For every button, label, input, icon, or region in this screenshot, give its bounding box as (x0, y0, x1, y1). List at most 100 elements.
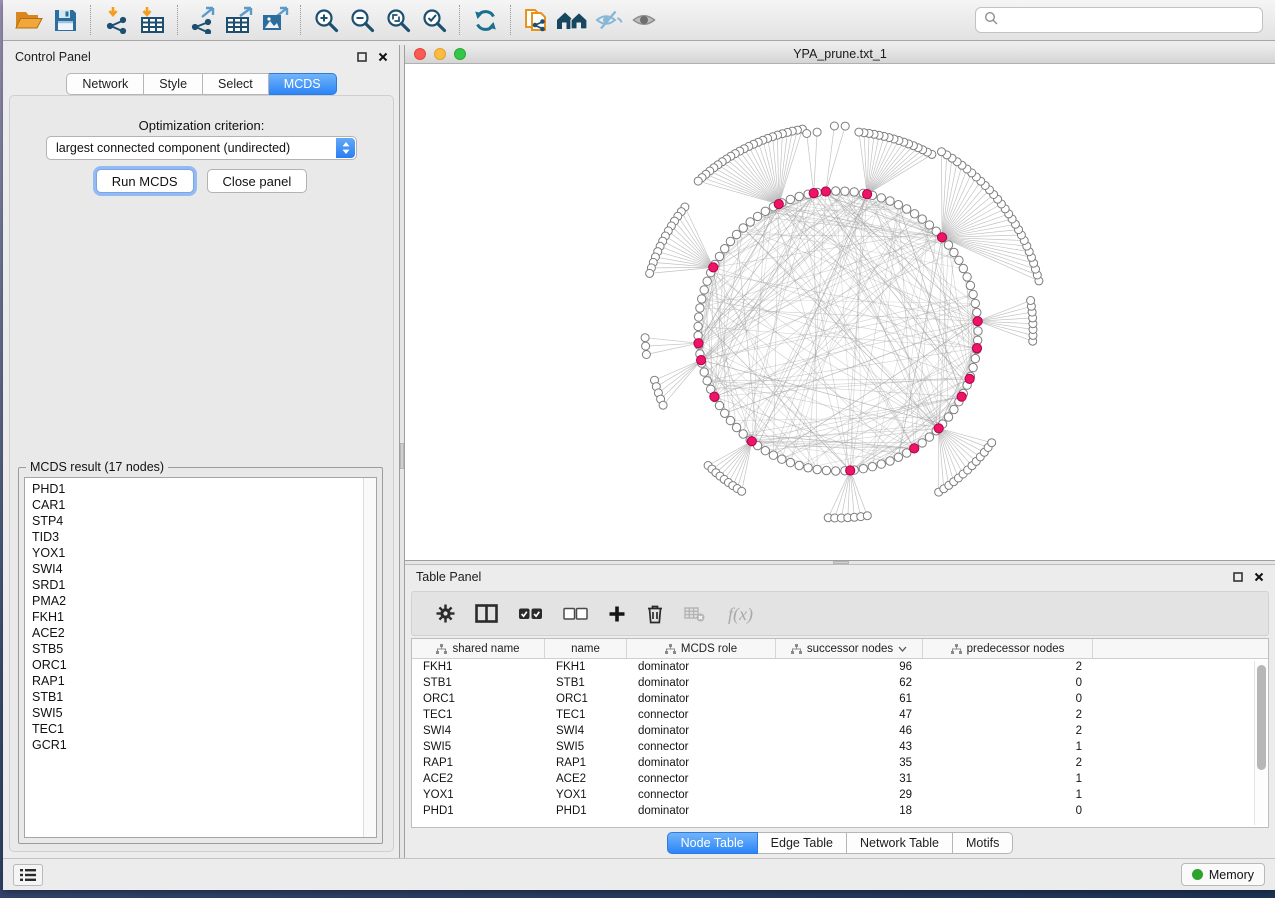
mcds-result-item[interactable]: FKH1 (32, 609, 376, 625)
cell: 2 (923, 757, 1093, 769)
first-neighbors-icon[interactable] (554, 4, 590, 36)
mcds-result-item[interactable]: STB5 (32, 641, 376, 657)
mcds-result-item[interactable]: SWI4 (32, 561, 376, 577)
search-box[interactable] (975, 7, 1263, 33)
column-header-successor-nodes[interactable]: successor nodes (776, 639, 923, 658)
mcds-result-item[interactable]: TEC1 (32, 721, 376, 737)
zoom-selected-icon[interactable] (416, 4, 452, 36)
column-header-shared-name[interactable]: shared name (412, 639, 545, 658)
tab-mcds[interactable]: MCDS (269, 73, 337, 95)
close-panel-button[interactable]: Close panel (207, 169, 308, 193)
tab-network[interactable]: Network (66, 73, 144, 95)
table-row[interactable]: FKH1FKH1dominator962 (412, 659, 1268, 675)
show-log-button[interactable] (13, 864, 43, 886)
mcds-result-item[interactable]: ORC1 (32, 657, 376, 673)
mcds-result-item[interactable]: CAR1 (32, 497, 376, 513)
save-session-icon[interactable] (47, 4, 83, 36)
table-row[interactable]: ACE2ACE2connector311 (412, 771, 1268, 787)
cell: SWI5 (412, 741, 545, 753)
column-label: successor nodes (807, 643, 893, 655)
horizontal-splitter-grip[interactable] (833, 561, 849, 564)
table-row[interactable]: RAP1RAP1dominator352 (412, 755, 1268, 771)
mcds-result-item[interactable]: STB1 (32, 689, 376, 705)
refresh-view-icon[interactable] (467, 4, 503, 36)
cell: connector (627, 773, 776, 785)
cell: SWI5 (545, 741, 627, 753)
table-row[interactable]: SWI4SWI4dominator462 (412, 723, 1268, 739)
open-file-icon[interactable] (11, 4, 47, 36)
criterion-selected-value: largest connected component (undirected) (56, 141, 290, 155)
zoom-in-icon[interactable] (308, 4, 344, 36)
tab-style[interactable]: Style (144, 73, 203, 95)
tab-node-table[interactable]: Node Table (667, 832, 758, 854)
show-all-icon[interactable] (626, 4, 662, 36)
cell: STB1 (412, 677, 545, 689)
column-header-predecessor-nodes[interactable]: predecessor nodes (923, 639, 1093, 658)
zoom-fit-icon[interactable] (380, 4, 416, 36)
mcds-result-item[interactable]: YOX1 (32, 545, 376, 561)
hide-selected-icon[interactable] (590, 4, 626, 36)
mcds-result-item[interactable]: PHD1 (32, 481, 376, 497)
result-list-scrollbar[interactable] (363, 478, 376, 837)
window-maximize-button[interactable] (454, 48, 466, 60)
table-row[interactable]: PHD1PHD1dominator180 (412, 803, 1268, 819)
settings-icon[interactable] (436, 604, 455, 623)
table-row[interactable]: SWI5SWI5connector431 (412, 739, 1268, 755)
table-row[interactable]: TEC1TEC1connector472 (412, 707, 1268, 723)
table-row[interactable]: STB1STB1dominator620 (412, 675, 1268, 691)
export-image-icon[interactable] (257, 4, 293, 36)
mcds-result-group: MCDS result (17 nodes) PHD1CAR1STP4TID3Y… (18, 467, 383, 844)
mcds-result-item[interactable]: PMA2 (32, 593, 376, 609)
cell: connector (627, 741, 776, 753)
network-canvas[interactable] (405, 64, 1275, 560)
mcds-result-item[interactable]: RAP1 (32, 673, 376, 689)
vertical-splitter-grip[interactable] (400, 443, 404, 469)
table-body: FKH1FKH1dominator962STB1STB1dominator620… (412, 659, 1268, 819)
search-input[interactable] (1004, 13, 1254, 27)
float-table-panel-icon[interactable] (1233, 572, 1243, 582)
delete-column-icon[interactable] (646, 604, 664, 624)
select-all-icon[interactable] (518, 607, 543, 621)
mcds-result-item[interactable]: GCR1 (32, 737, 376, 753)
column-label: shared name (452, 643, 519, 655)
criterion-select[interactable]: largest connected component (undirected) (46, 136, 357, 160)
float-panel-icon[interactable] (357, 52, 367, 62)
close-panel-icon[interactable] (378, 52, 388, 62)
import-network-icon[interactable] (98, 4, 134, 36)
mcds-result-item[interactable]: ACE2 (32, 625, 376, 641)
control-panel-titlebar: Control Panel (4, 45, 399, 69)
export-table-icon[interactable] (221, 4, 257, 36)
mcds-result-item[interactable]: SRD1 (32, 577, 376, 593)
table-row[interactable]: ORC1ORC1dominator610 (412, 691, 1268, 707)
split-panel-icon[interactable] (475, 604, 498, 623)
import-table-icon[interactable] (134, 4, 170, 36)
memory-button[interactable]: Memory (1181, 863, 1265, 886)
window-minimize-button[interactable] (434, 48, 446, 60)
tab-network-table[interactable]: Network Table (847, 832, 953, 854)
mcds-result-list[interactable]: PHD1CAR1STP4TID3YOX1SWI4SRD1PMA2FKH1ACE2… (24, 477, 377, 838)
cell: 96 (776, 661, 923, 673)
window-close-button[interactable] (414, 48, 426, 60)
mcds-result-item[interactable]: TID3 (32, 529, 376, 545)
column-header-MCDS-role[interactable]: MCDS role (627, 639, 776, 658)
cell: ORC1 (545, 693, 627, 705)
tab-edge-table[interactable]: Edge Table (758, 832, 847, 854)
deselect-all-icon[interactable] (563, 607, 588, 621)
add-column-icon[interactable] (608, 605, 626, 623)
export-network-icon[interactable] (185, 4, 221, 36)
tab-motifs[interactable]: Motifs (953, 832, 1013, 854)
tab-select[interactable]: Select (203, 73, 269, 95)
clone-network-icon[interactable] (518, 4, 554, 36)
column-header-name[interactable]: name (545, 639, 627, 658)
mcds-result-item[interactable]: SWI5 (32, 705, 376, 721)
table-scrollbar-thumb[interactable] (1257, 665, 1266, 770)
sort-descending-icon[interactable] (898, 646, 907, 652)
run-mcds-button[interactable]: Run MCDS (96, 169, 194, 193)
mcds-result-item[interactable]: STP4 (32, 513, 376, 529)
close-table-panel-icon[interactable] (1254, 572, 1264, 582)
zoom-out-icon[interactable] (344, 4, 380, 36)
table-scrollbar[interactable] (1254, 661, 1267, 825)
cell: dominator (627, 805, 776, 817)
cell: 18 (776, 805, 923, 817)
table-row[interactable]: YOX1YOX1connector291 (412, 787, 1268, 803)
